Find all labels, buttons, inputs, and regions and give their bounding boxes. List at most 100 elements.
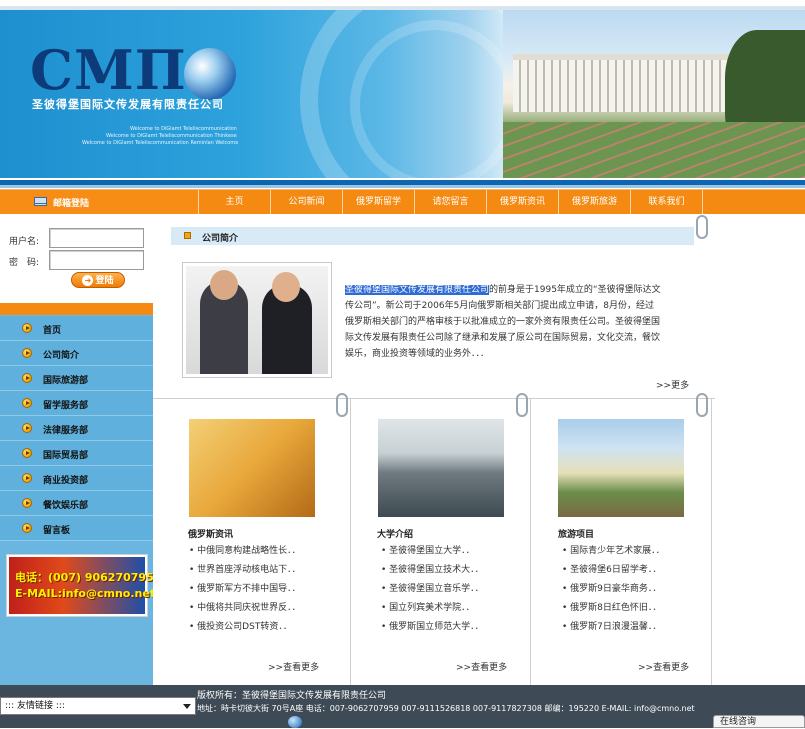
online-consult-tab[interactable]: 在线咨询	[713, 715, 805, 728]
intro-more-link[interactable]: >>更多	[656, 378, 689, 391]
intro-text: 圣彼得堡国际文传发展有限责任公司的前身是于1995年成立的“圣彼得堡际达文传公司…	[345, 282, 661, 362]
list-item[interactable]: 中俄同意构建战略性长．．	[189, 542, 301, 561]
column-more-link[interactable]: >>查看更多	[638, 660, 689, 673]
list-item[interactable]: 圣彼得堡国立音乐学．．	[381, 580, 484, 599]
sidebar-item-travel[interactable]: 国际旅游部	[0, 366, 153, 391]
intro-header: 公司简介	[171, 227, 694, 245]
sidebar-item-legal[interactable]: 法律服务部	[0, 416, 153, 441]
nav-company-news[interactable]: 公司新闻	[270, 190, 342, 214]
list-item[interactable]: 世界首座浮动核电站下．．	[189, 561, 301, 580]
main-nav: 邮箱登陆 主页 公司新闻 俄罗斯留学 请您留言 俄罗斯资讯 俄罗斯旅游 联系我们	[0, 189, 805, 214]
column-more-link[interactable]: >>查看更多	[456, 660, 507, 673]
mail-icon	[34, 197, 47, 206]
list-item[interactable]: 圣彼得堡6日留学考．．	[562, 561, 665, 580]
password-input[interactable]	[49, 250, 144, 270]
nav-russia-news[interactable]: 俄罗斯资讯	[486, 190, 558, 214]
intro-body: 的前身是于1995年成立的“圣彼得堡际达文传公司”。新公司于2006年5月向俄罗…	[345, 285, 661, 359]
footer-address: 地址：時卡切彼大街 70号A座 电话：007-9062707959 007-91…	[197, 704, 695, 713]
sidebar-item-guestbook[interactable]: 留言板	[0, 516, 153, 541]
nav-spacer	[702, 190, 805, 214]
logo: CMΠ	[30, 38, 187, 102]
bullet-icon	[22, 448, 32, 458]
list-item[interactable]: 圣彼得堡国立技术大．．	[381, 561, 484, 580]
username-input[interactable]	[49, 228, 144, 248]
sidebar-item-label: 餐饮娱乐部	[43, 501, 89, 511]
welcome-line: Welcome to DiGlamt Teleliscommunication …	[106, 133, 237, 139]
header-divider	[0, 180, 805, 188]
paperclip-icon	[336, 393, 348, 417]
welcome-line: Welcome to DiGlamt Teleliscommunication	[130, 126, 237, 132]
list-item[interactable]: 俄罗斯9日豪华商务．．	[562, 580, 665, 599]
sidebar-item-label: 留言板	[43, 526, 71, 536]
paperclip-icon	[696, 215, 708, 239]
contact-phone: 电话：(007) 9062707959	[15, 571, 162, 584]
list-item[interactable]: 圣彼得堡国立大学．．	[381, 542, 484, 561]
footer: ::: 友情链接 ::: 版权所有：圣彼得堡国际文传发展有限责任公司 地址：時卡…	[0, 685, 805, 728]
sidebar-item-investment[interactable]: 商业投资部	[0, 466, 153, 491]
login-button-label: 登陆	[95, 276, 114, 286]
list-item[interactable]: 国立列宾美术学院．．	[381, 599, 484, 618]
mail-login[interactable]: 邮箱登陆	[0, 190, 198, 214]
list-item[interactable]: 俄罗斯7日浪漫温馨．．	[562, 618, 665, 637]
column-heading: 旅游项目	[558, 530, 595, 540]
list-item[interactable]: 俄投资公司DST转资．．	[189, 618, 301, 637]
bullet-icon	[22, 348, 32, 358]
company-name: 圣彼得堡国际文传发展有限责任公司	[32, 98, 224, 111]
friend-links-select[interactable]: ::: 友情链接 :::	[0, 697, 196, 715]
username-label: 用户名:	[9, 237, 40, 247]
password-label: 密 码:	[9, 258, 40, 268]
nav-guestbook[interactable]: 请您留言	[414, 190, 486, 214]
contact-banner[interactable]: 电话：(007) 9062707959 E-MAIL:info@cmno.net	[6, 554, 161, 617]
list-item[interactable]: 俄罗斯国立师范大学．．	[381, 618, 484, 637]
sidebar-item-label: 公司简介	[43, 351, 80, 361]
welcome-line: Welcome to DiGlamt Teleliscommunication …	[82, 140, 239, 146]
sidebar-item-study[interactable]: 留学服务部	[0, 391, 153, 416]
sidebar-item-dining[interactable]: 餐饮娱乐部	[0, 491, 153, 516]
copyright: 版权所有：圣彼得堡国际文传发展有限责任公司	[197, 691, 387, 701]
bullet-icon	[22, 473, 32, 483]
nav-study-russia[interactable]: 俄罗斯留学	[342, 190, 414, 214]
palace-photo	[503, 10, 805, 178]
list-item[interactable]: 俄罗斯8日红色怀旧．．	[562, 599, 665, 618]
globe-icon	[288, 716, 302, 728]
intro-photo	[182, 262, 332, 378]
sidebar-item-label: 法律服务部	[43, 426, 89, 436]
intro-title: 公司简介	[202, 234, 239, 244]
sidebar-item-company-intro[interactable]: 公司简介	[0, 341, 153, 366]
intro-highlight[interactable]: 圣彼得堡国际文传发展有限责任公司	[345, 285, 490, 295]
login-button[interactable]: ➜ 登陆	[71, 272, 125, 288]
tour-column: 旅游项目 国际青少年艺术家展．． 圣彼得堡6日留学考．． 俄罗斯9日豪华商务．．…	[531, 399, 711, 685]
nav-contact[interactable]: 联系我们	[630, 190, 702, 214]
main-content: 公司简介 圣彼得堡国际文传发展有限责任公司的前身是于1995年成立的“圣彼得堡际…	[153, 215, 715, 685]
nav-russia-travel[interactable]: 俄罗斯旅游	[558, 190, 630, 214]
bullet-icon	[22, 523, 32, 533]
news-column: 俄罗斯资讯 中俄同意构建战略性长．． 世界首座浮动核电站下．． 俄罗斯军方不排中…	[153, 399, 333, 685]
friend-links-label: ::: 友情链接 :::	[5, 701, 65, 711]
list-item[interactable]: 俄罗斯军方不排中国导．．	[189, 580, 301, 599]
sidebar-item-trade[interactable]: 国际贸易部	[0, 441, 153, 466]
sidebar-item-label: 国际旅游部	[43, 376, 89, 386]
globe-icon	[184, 48, 236, 100]
sidebar-orange-bar	[0, 303, 153, 315]
list-item[interactable]: 国际青少年艺术家展．．	[562, 542, 665, 561]
sidebar-item-label: 留学服务部	[43, 401, 89, 411]
chevron-down-icon	[183, 704, 191, 709]
top-strip	[0, 0, 805, 10]
bullet-icon	[22, 373, 32, 383]
column-more-link[interactable]: >>查看更多	[268, 660, 319, 673]
nav-home[interactable]: 主页	[198, 190, 270, 214]
square-icon	[184, 232, 191, 239]
list-item[interactable]: 中俄将共同庆祝世界反．．	[189, 599, 301, 618]
sidebar-item-home[interactable]: 首页	[0, 316, 153, 341]
mail-login-label: 邮箱登陆	[53, 199, 90, 209]
bullet-icon	[22, 398, 32, 408]
bullet-icon	[22, 498, 32, 508]
tour-photo	[558, 419, 684, 517]
sidebar-item-label: 首页	[43, 326, 62, 336]
contact-email: E-MAIL:info@cmno.net	[15, 587, 156, 600]
university-photo	[378, 419, 504, 517]
sidebar-item-label: 商业投资部	[43, 476, 89, 486]
login-form: 用户名: 密 码: ➜ 登陆	[0, 215, 153, 303]
column-heading: 俄罗斯资讯	[188, 530, 234, 540]
column-divider	[711, 399, 712, 685]
